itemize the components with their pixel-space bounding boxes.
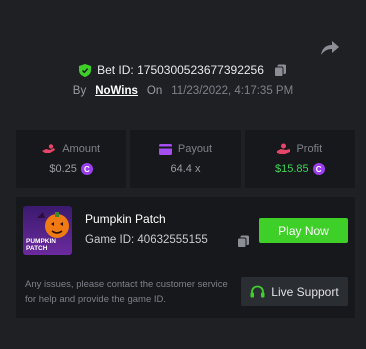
username-link[interactable]: NoWins xyxy=(95,85,138,97)
game-card: PUMPKIN PATCH Pumpkin Patch Game ID: 406… xyxy=(16,197,355,318)
payout-stat: Payout 64.4 x xyxy=(130,130,241,188)
live-support-label: Live Support xyxy=(271,284,339,299)
share-icon[interactable] xyxy=(320,39,340,57)
amount-icon xyxy=(42,143,56,153)
thumb-line2: PATCH xyxy=(26,245,48,252)
support-notice: Any issues, please contact the customer … xyxy=(25,279,228,305)
bet-id-row: Bet ID: 1750300523677392256 xyxy=(0,63,366,77)
thumb-line1: PUMPKIN xyxy=(26,238,56,245)
profit-label: Profit xyxy=(296,143,323,155)
coin-icon: C xyxy=(312,163,325,175)
bet-date: 11/23/2022, 4:17:35 PM xyxy=(171,85,294,97)
amount-label: Amount xyxy=(62,143,101,155)
amount-value: $0.25 xyxy=(49,163,77,175)
bet-id: Bet ID: 1750300523677392256 xyxy=(97,63,264,77)
game-title[interactable]: Pumpkin Patch xyxy=(85,212,166,226)
profit-stat: Profit $15.85 C xyxy=(244,130,355,188)
coin-icon: C xyxy=(80,163,93,175)
game-id: Game ID: 40632555155 xyxy=(85,234,208,246)
profit-icon xyxy=(277,143,291,154)
on-label: On xyxy=(146,85,163,97)
shield-check-icon xyxy=(79,63,92,77)
profit-value: $15.85 xyxy=(274,163,309,175)
live-support-button[interactable]: Live Support xyxy=(241,277,348,306)
copy-icon[interactable] xyxy=(237,235,250,248)
payout-icon xyxy=(158,143,172,155)
headset-icon xyxy=(250,285,265,297)
payout-value: 64.4 x xyxy=(170,163,201,175)
amount-stat: Amount $0.25 C xyxy=(16,130,127,188)
by-label: By xyxy=(72,85,87,97)
bet-detail-panel: Bet ID: 1750300523677392256 By NoWins On… xyxy=(0,0,366,349)
play-now-button[interactable]: Play Now xyxy=(259,218,348,243)
bet-stats: Amount $0.25 C Payout 64.4 x Profit $15.… xyxy=(16,130,355,188)
game-thumbnail[interactable]: PUMPKIN PATCH xyxy=(23,206,72,255)
payout-label: Payout xyxy=(177,143,213,155)
bet-meta-row: By NoWins On 11/23/2022, 4:17:35 PM xyxy=(0,85,366,97)
copy-icon[interactable] xyxy=(273,64,287,77)
